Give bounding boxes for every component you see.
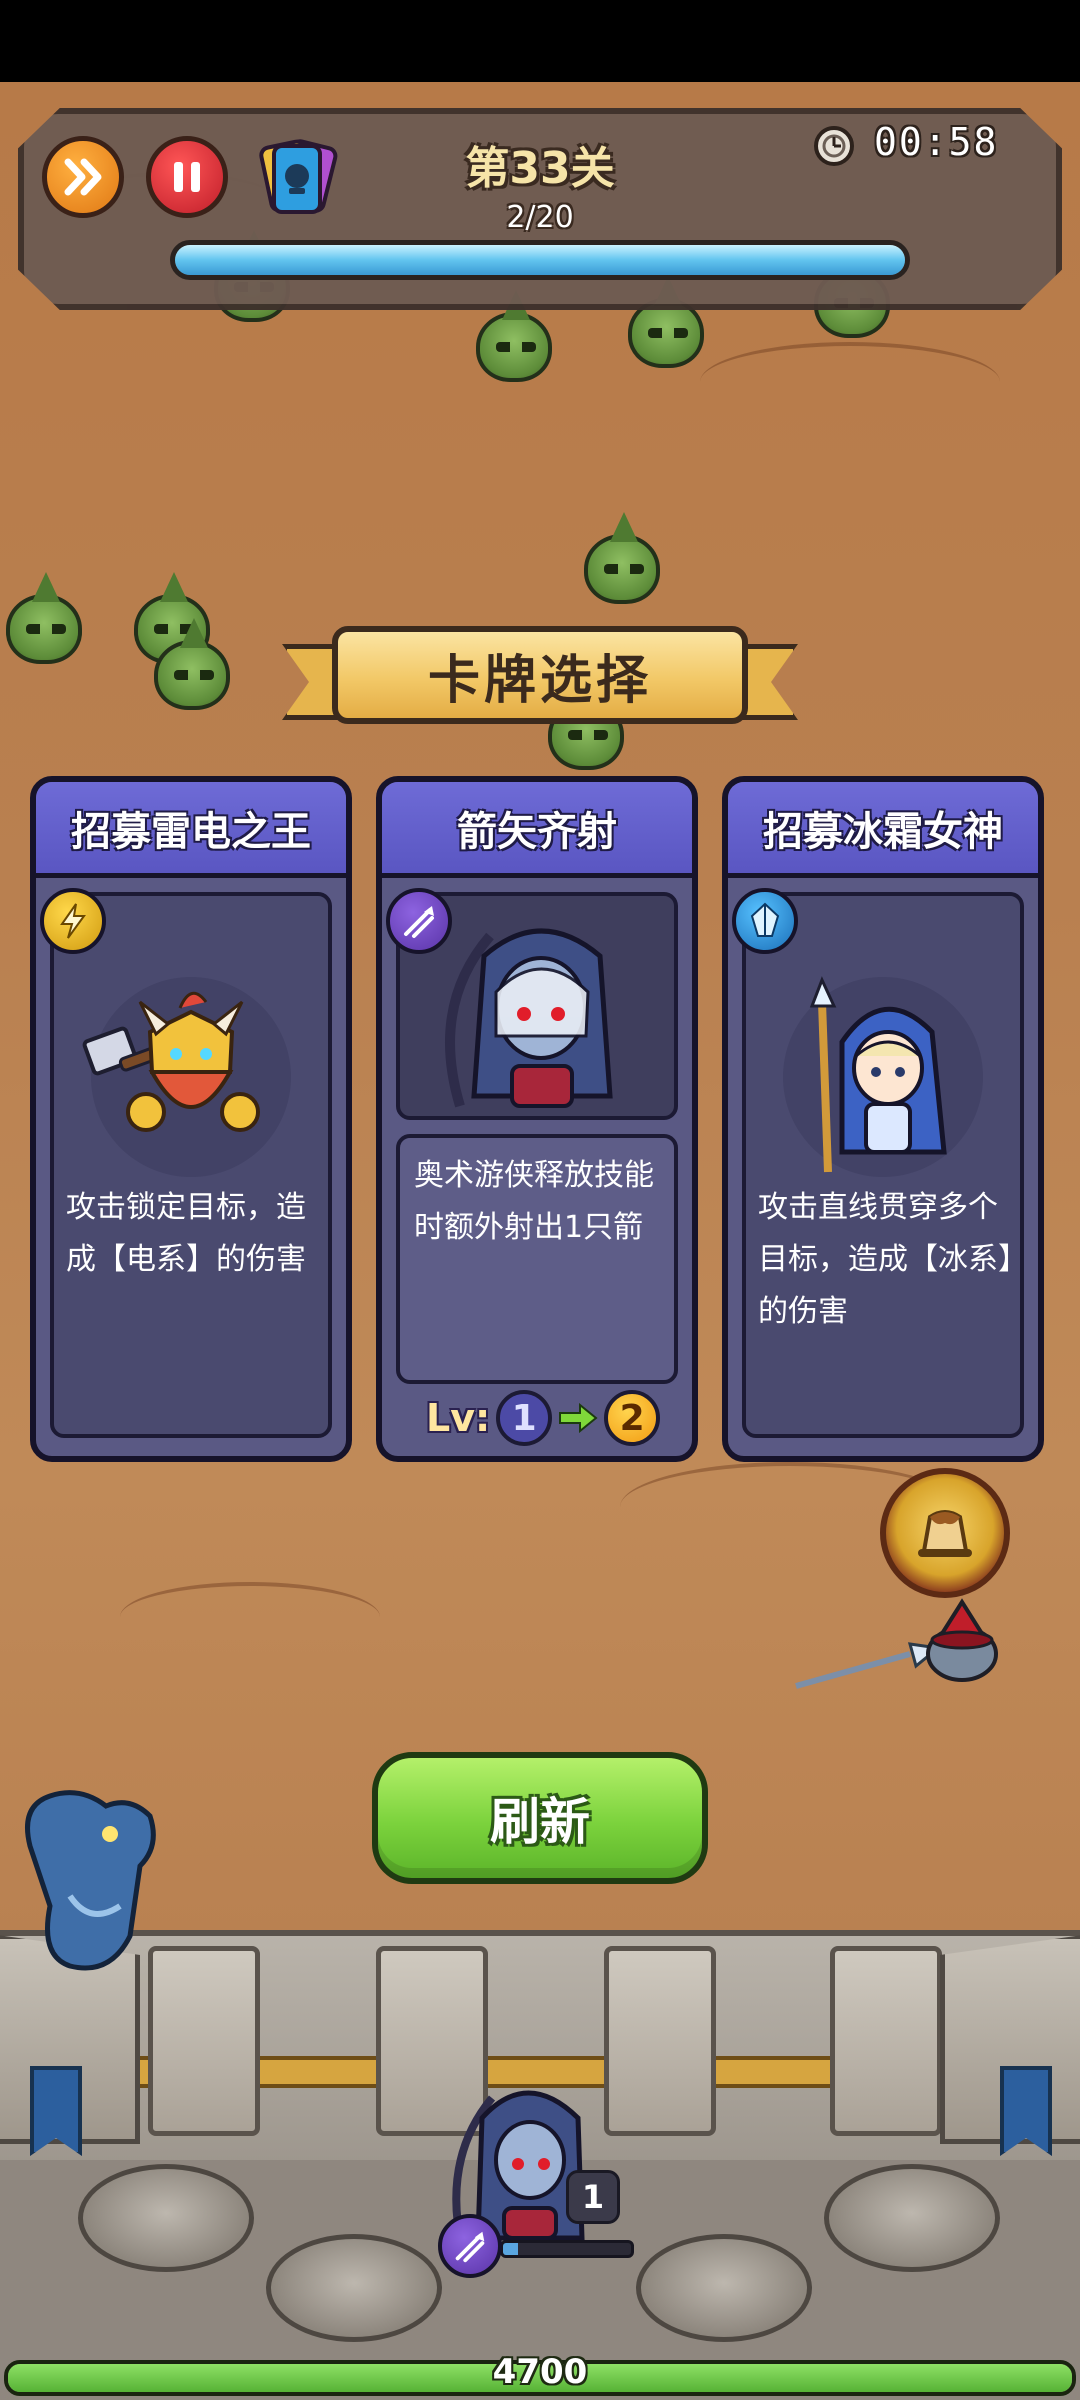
enemy-slime (6, 572, 82, 664)
card-title: 箭矢齐射 (457, 808, 617, 855)
wave-progress-bar (170, 240, 910, 280)
pause-icon (174, 162, 200, 192)
ground-crack (120, 1582, 380, 1652)
hero-slot[interactable] (266, 2234, 442, 2342)
wave-progress-fill (175, 245, 905, 275)
level-next: 2 (604, 1390, 661, 1446)
blue-dragon (25, 1790, 156, 1971)
hero-slot[interactable] (78, 2164, 254, 2272)
wave-progress-text: 2/20 (506, 200, 574, 235)
card-frost-goddess[interactable]: 招募冰霜女神 攻击直线贯穿多个目标，造成【冰系】的伤害 (722, 776, 1044, 1462)
level-current: 1 (496, 1390, 553, 1446)
ice-crystal-icon (750, 902, 780, 937)
card-type-badge (40, 888, 106, 954)
level-label: Lv: (426, 1396, 491, 1440)
card-description: 攻击直线贯穿多个目标，造成【冰系】的伤害 (758, 1190, 1013, 1329)
unit-exp-fill (503, 2243, 519, 2255)
fast-forward-button[interactable] (42, 136, 124, 218)
refresh-button[interactable]: 刷新 (372, 1752, 708, 1884)
card-header: 招募冰霜女神 (728, 782, 1038, 878)
unit-exp-bar (500, 2240, 634, 2258)
wall-pillar (604, 1946, 716, 2136)
card-deck-icon (259, 139, 338, 214)
unit-level-badge: 1 (566, 2170, 620, 2224)
wall-pillar (830, 1946, 942, 2136)
frost-goddess-icon (783, 976, 983, 1177)
card-description: 攻击锁定目标，造成【电系】的伤害 (66, 1190, 306, 1277)
card-selection-title: 卡牌选择 (427, 650, 652, 711)
card-header: 箭矢齐射 (382, 782, 692, 878)
card-title: 招募冰霜女神 (763, 808, 1003, 855)
enemy-slime (154, 618, 230, 710)
card-description-box: 奥术游侠释放技能时额外射出1只箭 (396, 1134, 678, 1384)
enemy-slime (476, 290, 552, 382)
card-thunder-king[interactable]: 招募雷电之王 攻击锁定目标，造成【电系】的伤害 (30, 776, 352, 1462)
clock-icon (814, 126, 854, 166)
card-title: 招募雷电之王 (71, 808, 311, 855)
ground-crack (700, 342, 1000, 422)
card-type-badge (732, 888, 798, 954)
timer: 00:58 (874, 120, 999, 164)
ribbon-body: 卡牌选择 (332, 626, 748, 724)
pudding-icon (918, 1510, 972, 1557)
hero-slot[interactable] (824, 2164, 1000, 2272)
thunder-king-icon (82, 977, 291, 1177)
card-deck-button[interactable] (252, 136, 342, 220)
card-description: 奥术游侠释放技能时额外射出1只箭 (414, 1158, 654, 1245)
skill-token-button[interactable] (880, 1468, 1010, 1598)
lightning-icon (60, 903, 86, 939)
enemy-slime (584, 512, 660, 604)
arrow-right-icon (559, 1403, 598, 1433)
base-hp-value: 4700 (492, 2352, 588, 2392)
fast-forward-icon (64, 158, 102, 196)
level-upgrade-row: Lv: 1 2 (426, 1388, 661, 1448)
arrow-volley-icon (455, 2231, 485, 2263)
unit-skill-badge (438, 2214, 502, 2278)
card-selection-banner: 卡牌选择 (282, 622, 798, 742)
card-type-badge (386, 888, 452, 954)
pause-button[interactable] (146, 136, 228, 218)
level-title: 第33关 (465, 143, 615, 194)
card-header: 招募雷电之王 (36, 782, 346, 878)
arrow-volley-icon (404, 906, 434, 938)
refresh-label: 刷新 (490, 1793, 590, 1851)
card-arrow-volley[interactable]: 箭矢齐射 奥术游侠释放技能时额外射出1只箭 Lv: 1 2 (376, 776, 698, 1462)
hero-slot[interactable] (636, 2234, 812, 2342)
red-enemy (926, 1598, 998, 1682)
status-bar (0, 0, 1080, 82)
